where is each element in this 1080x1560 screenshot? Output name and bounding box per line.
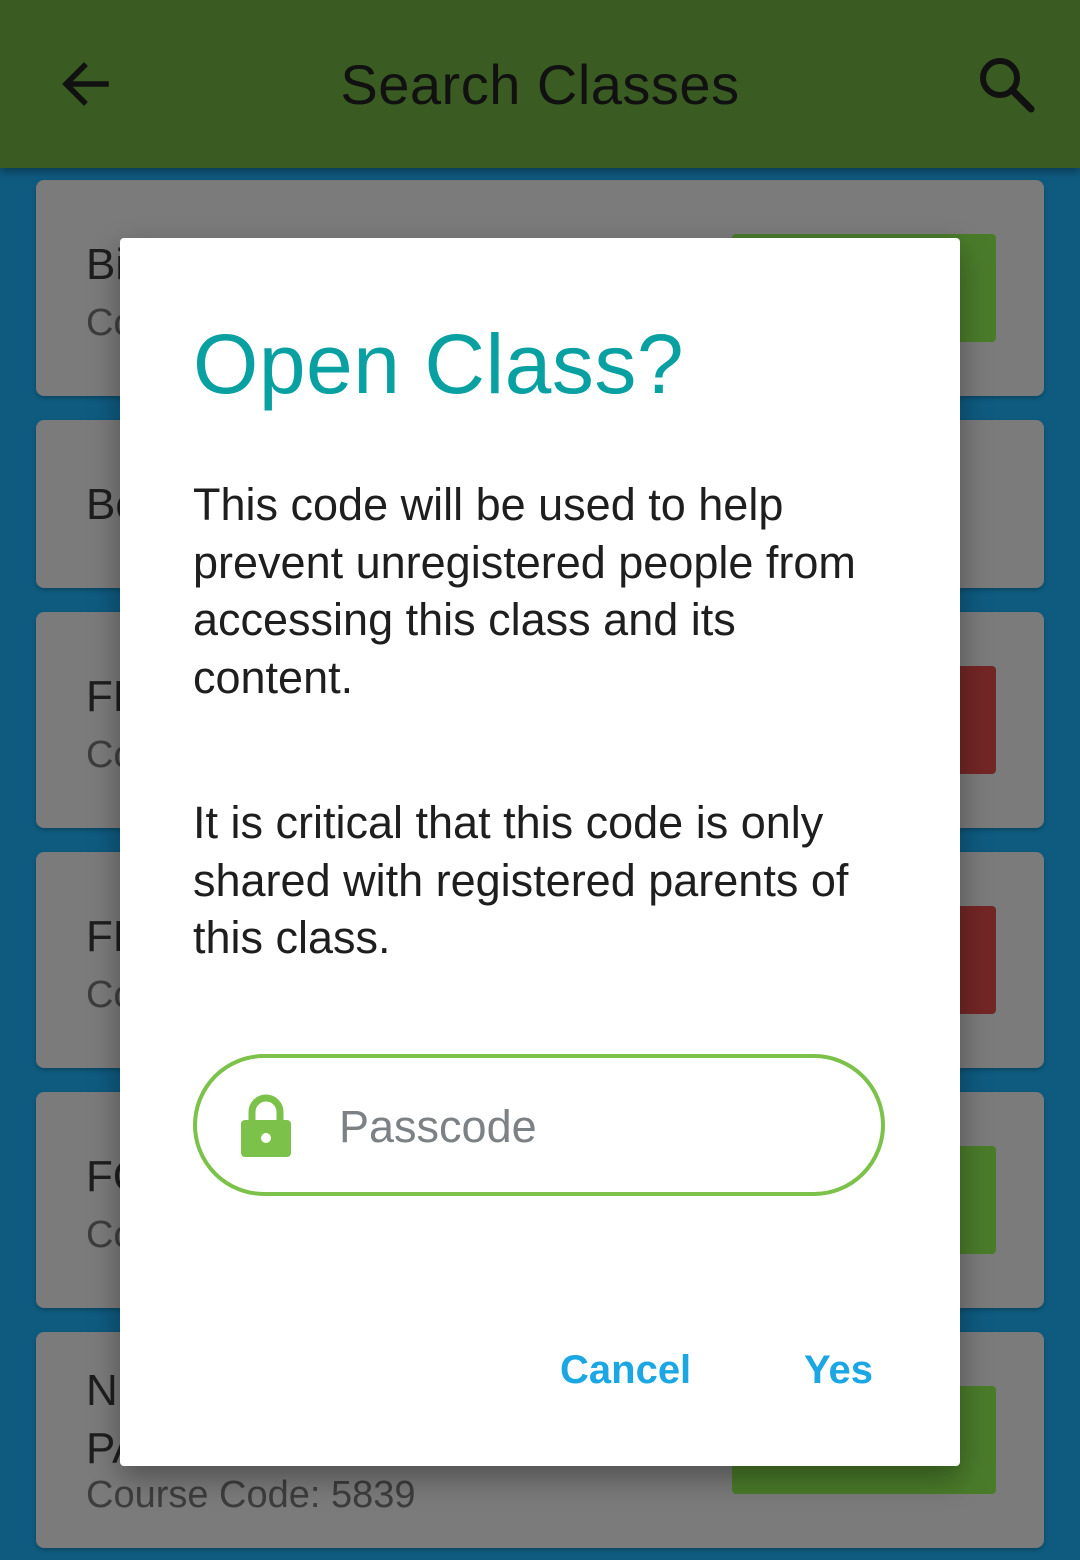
- app-bar: Search Classes: [0, 0, 1080, 168]
- class-code: Course Code: 5839: [86, 1474, 416, 1516]
- dialog-warning: It is critical that this code is only sh…: [193, 797, 849, 963]
- lock-icon: [241, 1094, 291, 1157]
- dialog-title: Open Class?: [193, 317, 685, 411]
- cancel-button[interactable]: Cancel: [560, 1348, 691, 1393]
- dialog-message: This code will be used to help prevent u…: [193, 479, 856, 703]
- open-class-dialog: Open Class? This code will be used to he…: [120, 238, 960, 1466]
- yes-button[interactable]: Yes: [804, 1348, 873, 1393]
- class-name: N: [86, 1366, 118, 1415]
- passcode-input[interactable]: [337, 1082, 841, 1172]
- page-title: Search Classes: [340, 53, 740, 116]
- search-icon[interactable]: [976, 54, 1038, 116]
- passcode-field[interactable]: [193, 1054, 885, 1196]
